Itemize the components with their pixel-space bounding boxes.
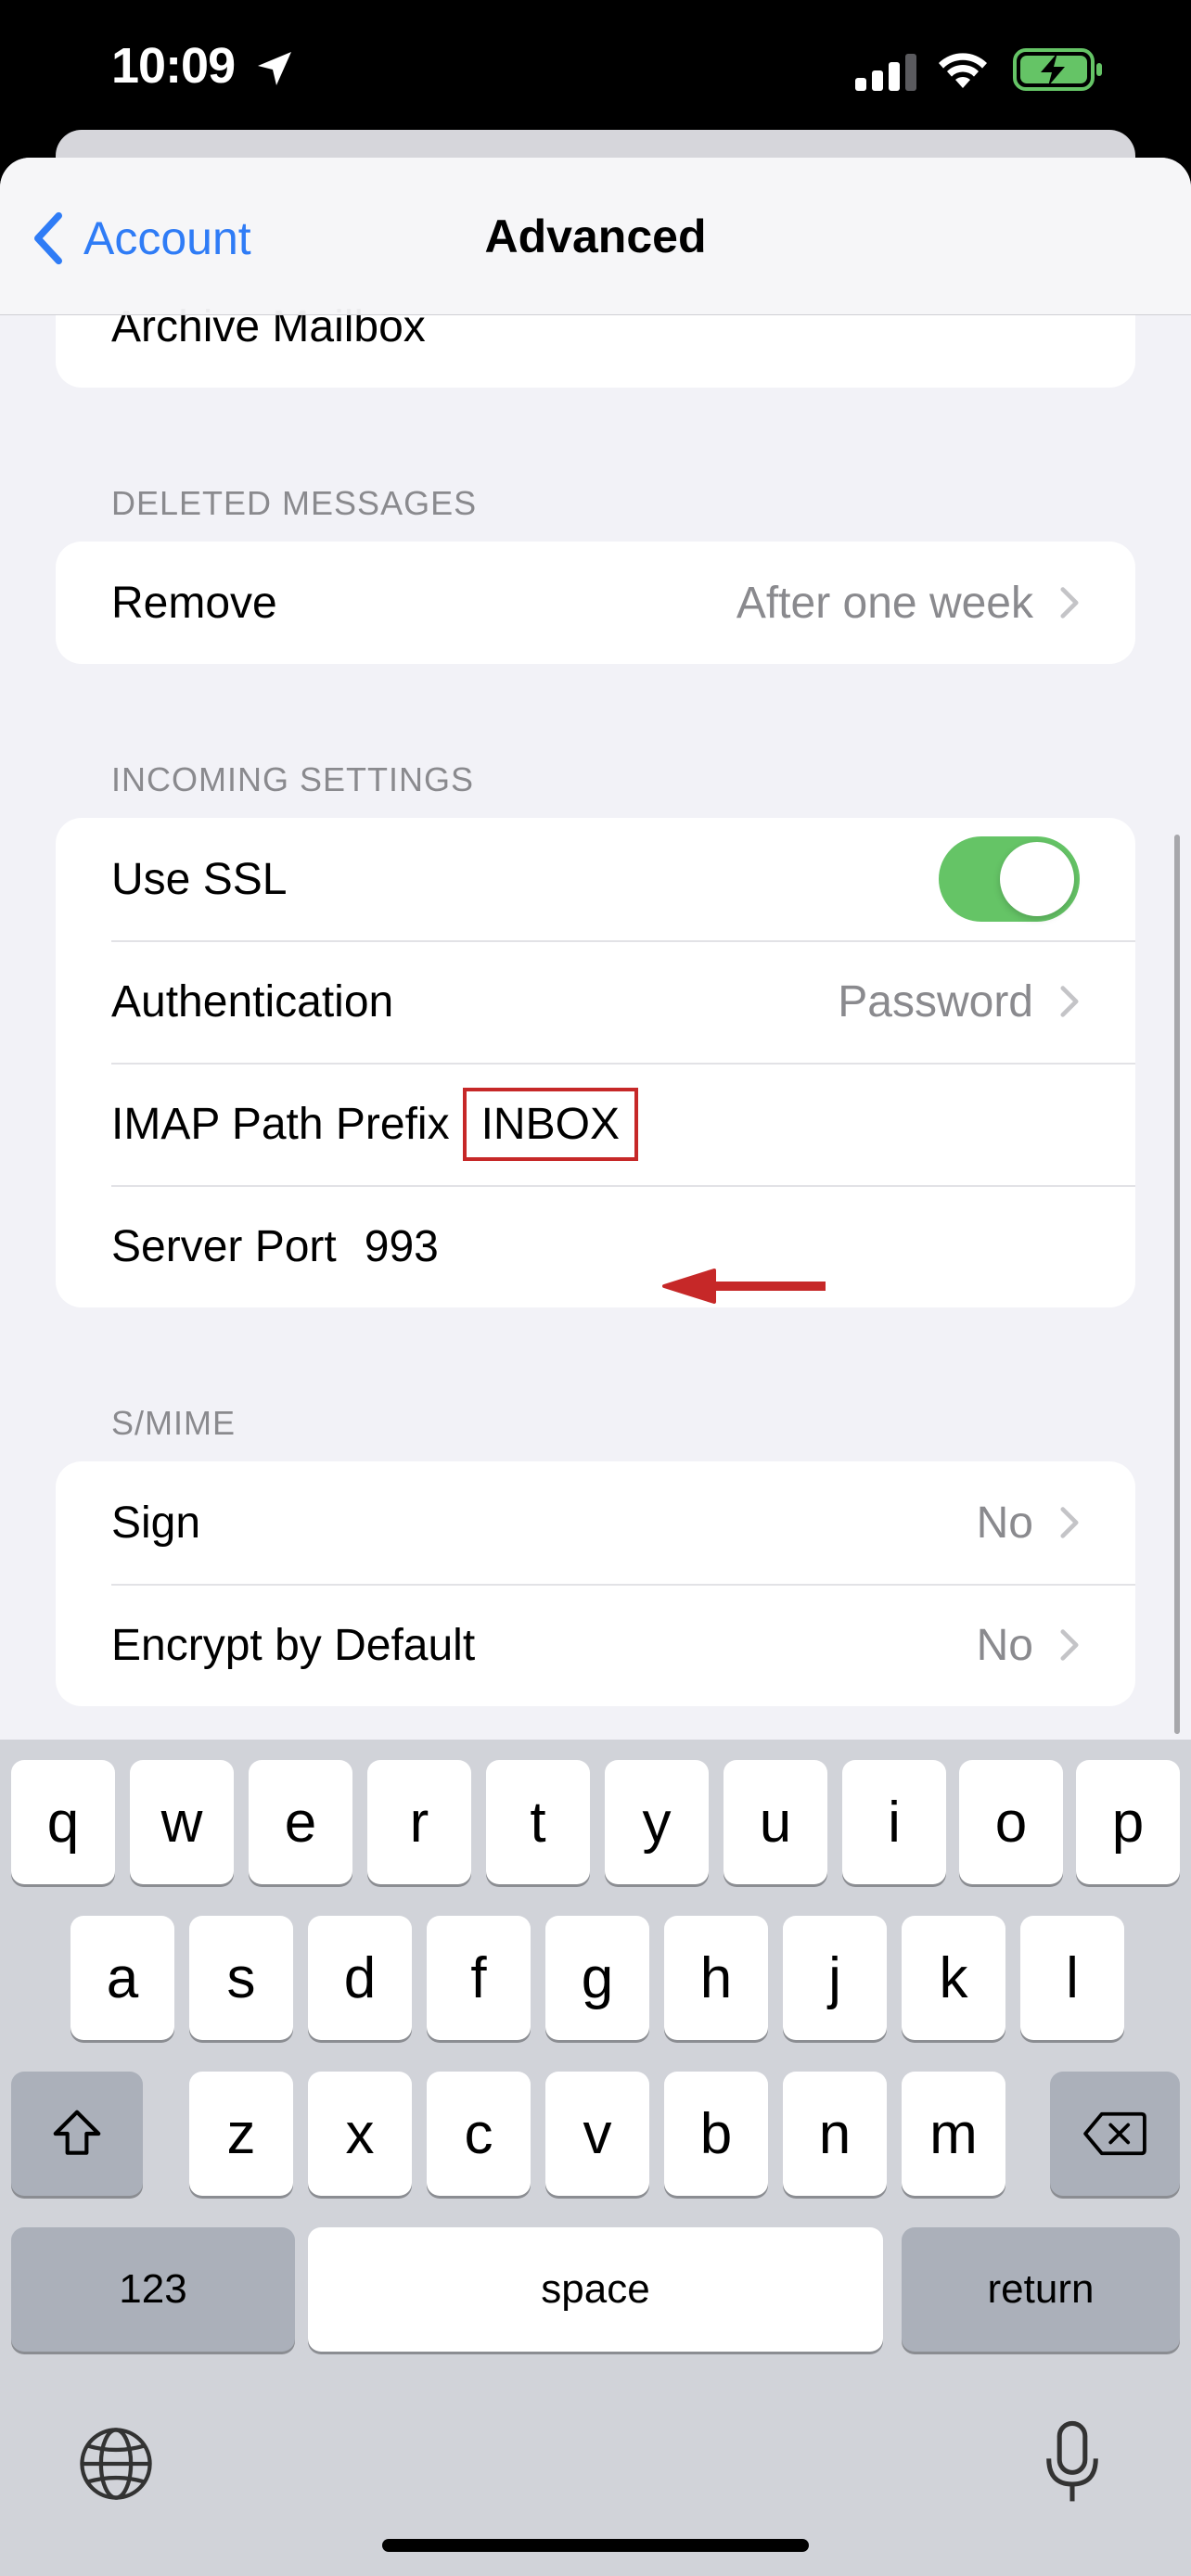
key-s[interactable]: s [189,1916,293,2040]
battery-charging-icon [1013,48,1102,91]
key-p[interactable]: p [1076,1760,1180,1884]
imap-path-prefix-label: IMAP Path Prefix [111,1099,450,1149]
key-o[interactable]: o [959,1760,1063,1884]
chevron-right-icon [1060,986,1079,1017]
keyboard: q w e r t y u i o p a s d f g h j k l z … [0,1740,1191,2576]
status-time: 10:09 [111,38,236,94]
toggle-knob [1000,842,1074,916]
key-m[interactable]: m [902,2072,1005,2196]
navigation-bar: Account Advanced [0,158,1191,315]
smime-header: S/MIME [111,1404,237,1442]
space-key[interactable]: space [308,2227,883,2352]
key-k[interactable]: k [902,1916,1005,2040]
numbers-key[interactable]: 123 [11,2227,295,2352]
shift-icon [53,2110,101,2155]
home-indicator [382,2539,809,2552]
delete-backspace-icon [1083,2111,1146,2156]
key-f[interactable]: f [427,1916,531,2040]
status-bar: 10:09 [0,0,1191,139]
cellular-signal-icon [855,54,916,91]
page-title: Advanced [484,210,707,262]
key-d[interactable]: d [308,1916,412,2040]
key-h[interactable]: h [664,1916,768,2040]
return-key[interactable]: return [902,2227,1180,2352]
imap-path-prefix-field[interactable]: INBOX [462,1087,638,1161]
key-b[interactable]: b [664,2072,768,2196]
key-r[interactable]: r [367,1760,471,1884]
key-x[interactable]: x [308,2072,412,2196]
chevron-right-icon [1060,1507,1079,1538]
key-y[interactable]: y [605,1760,709,1884]
remove-label: Remove [111,578,277,628]
deleted-messages-group: Remove After one week [56,542,1135,664]
encrypt-by-default-value: No [976,1620,1033,1670]
server-port-row: Server Port 993 [56,1185,1135,1307]
remove-value: After one week [736,578,1033,628]
incoming-settings-group: Use SSL Authentication Password IMAP Pat… [56,818,1135,1307]
chevron-right-icon [1060,1629,1079,1661]
key-c[interactable]: c [427,2072,531,2196]
use-ssl-row: Use SSL [56,818,1135,940]
microphone-icon[interactable] [1044,2420,1100,2506]
chevron-right-icon [1060,587,1079,618]
deleted-messages-header: DELETED MESSAGES [111,484,478,522]
location-arrow-icon [258,52,291,85]
remove-row[interactable]: Remove After one week [56,542,1135,664]
key-l[interactable]: l [1020,1916,1124,2040]
smime-group: Sign No Encrypt by Default No [56,1461,1135,1706]
key-t[interactable]: t [486,1760,590,1884]
imap-path-prefix-row: IMAP Path Prefix INBOX [56,1063,1135,1185]
globe-icon[interactable] [76,2424,156,2504]
sign-row[interactable]: Sign No [56,1461,1135,1584]
server-port-field[interactable]: 993 [365,1221,439,1272]
wifi-icon [939,53,987,88]
scrollbar[interactable] [1174,835,1180,1734]
shift-key[interactable] [11,2072,143,2196]
sign-value: No [976,1498,1033,1548]
key-u[interactable]: u [724,1760,827,1884]
key-g[interactable]: g [545,1916,649,2040]
key-e[interactable]: e [249,1760,352,1884]
key-q[interactable]: q [11,1760,115,1884]
encrypt-by-default-label: Encrypt by Default [111,1620,476,1670]
annotation-arrow-icon [662,1269,826,1304]
key-z[interactable]: z [189,2072,293,2196]
key-i[interactable]: i [842,1760,946,1884]
sign-label: Sign [111,1498,201,1548]
key-j[interactable]: j [783,1916,887,2040]
authentication-value: Password [838,976,1033,1027]
incoming-settings-header: INCOMING SETTINGS [111,760,475,798]
delete-key[interactable] [1050,2072,1180,2196]
key-n[interactable]: n [783,2072,887,2196]
encrypt-by-default-row[interactable]: Encrypt by Default No [56,1584,1135,1706]
key-v[interactable]: v [545,2072,649,2196]
key-w[interactable]: w [130,1760,234,1884]
use-ssl-label: Use SSL [111,854,288,904]
authentication-row[interactable]: Authentication Password [56,940,1135,1063]
use-ssl-toggle[interactable] [939,836,1080,922]
key-a[interactable]: a [70,1916,174,2040]
authentication-label: Authentication [111,976,394,1027]
server-port-label: Server Port [111,1221,337,1271]
